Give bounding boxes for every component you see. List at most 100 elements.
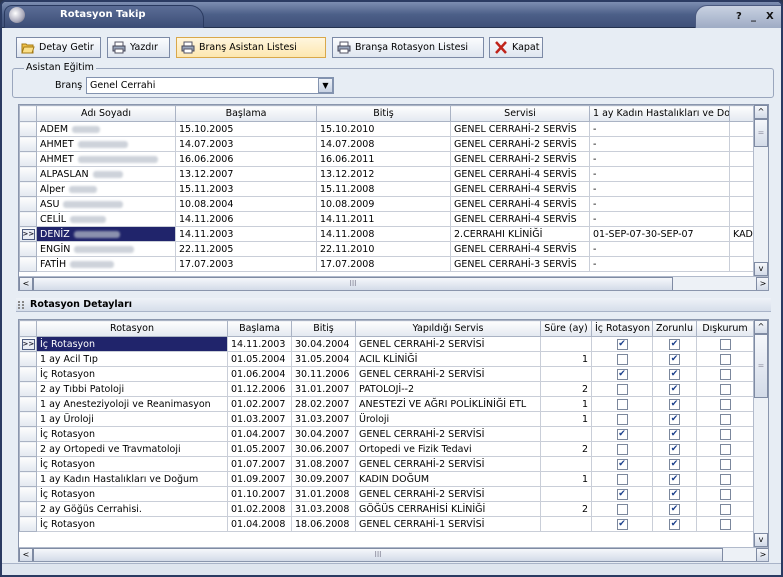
table-cell[interactable]: 15.11.2003: [175, 181, 317, 197]
table-row[interactable]: FATİH 17.07.2003 17.07.2008 GENEL CERRAHİ-3…: [19, 256, 756, 272]
checkbox[interactable]: ✔: [616, 338, 628, 350]
table-cell[interactable]: AHMET: [36, 151, 176, 167]
table-cell[interactable]: 1 ay Acil Tıp: [36, 351, 228, 367]
table-cell[interactable]: İç Rotasyon: [36, 516, 228, 532]
table-cell[interactable]: [591, 441, 653, 457]
table-cell[interactable]: 2: [540, 441, 592, 457]
table-cell[interactable]: 1: [540, 396, 592, 412]
table-cell[interactable]: ✔: [652, 351, 697, 367]
table-cell[interactable]: 31.01.2008: [291, 486, 356, 502]
checkbox[interactable]: ✔: [669, 338, 680, 350]
table-row[interactable]: 1 ay Kadın Hastalıkları ve Doğum 01.09.20…: [19, 471, 754, 487]
col-header-yapildigi-servis[interactable]: Yapıldığı Servis: [355, 320, 541, 337]
table-cell[interactable]: [729, 241, 756, 257]
col-header-ic-rotasyon[interactable]: İç Rotasyon: [591, 320, 653, 337]
table-cell[interactable]: 30.06.2007: [291, 441, 356, 457]
checkbox[interactable]: [616, 473, 628, 485]
table-cell[interactable]: ✔: [652, 366, 697, 382]
table-cell[interactable]: 22.11.2010: [316, 241, 451, 257]
table-cell[interactable]: GENEL CERRAHİ-2 SERVİSİ: [355, 456, 541, 472]
col-header-baslama[interactable]: Başlama: [227, 320, 292, 337]
table-row[interactable]: CELİL 14.11.2006 14.11.2011 GENEL CERRAHİ-4…: [19, 211, 756, 227]
table-cell[interactable]: -: [589, 181, 730, 197]
table-cell[interactable]: 14.11.2011: [316, 211, 451, 227]
table-row[interactable]: ALPASLAN 13.12.2007 13.12.2012 GENEL CERRAH…: [19, 166, 756, 182]
scroll-right-icon[interactable]: >: [756, 548, 768, 561]
table-cell[interactable]: GENEL CERRAHİ-4 SERVİS: [450, 196, 590, 212]
minimize-button[interactable]: _: [751, 11, 756, 22]
table-cell[interactable]: 2: [540, 381, 592, 397]
table-cell[interactable]: 16.06.2011: [316, 151, 451, 167]
table-cell[interactable]: 16.06.2006: [175, 151, 317, 167]
table-cell[interactable]: GENEL CERRAHİ-4 SERVİS: [450, 181, 590, 197]
table-cell[interactable]: [729, 256, 756, 272]
chevron-down-icon[interactable]: ▼: [318, 78, 333, 93]
table-cell[interactable]: 30.04.2004: [291, 336, 356, 352]
rotasyon-vertical-scrollbar[interactable]: ^ = v: [753, 320, 768, 547]
table-cell[interactable]: İç Rotasyon: [36, 456, 228, 472]
table-cell[interactable]: -: [589, 151, 730, 167]
table-cell[interactable]: 14.11.2006: [175, 211, 317, 227]
table-cell[interactable]: [540, 426, 592, 442]
table-row[interactable]: İç Rotasyon 01.10.2007 31.01.2008 GENEL CER…: [19, 486, 754, 502]
table-cell[interactable]: [540, 366, 592, 382]
checkbox[interactable]: ✔: [669, 428, 680, 440]
table-cell[interactable]: 01.09.2007: [227, 471, 292, 487]
checkbox[interactable]: [719, 488, 731, 500]
table-cell[interactable]: [696, 471, 754, 487]
table-cell[interactable]: 31.03.2007: [291, 411, 356, 427]
table-cell[interactable]: 2: [540, 501, 592, 517]
table-row[interactable]: İç Rotasyon 01.06.2004 30.11.2006 GENEL CER…: [19, 366, 754, 382]
checkbox[interactable]: [719, 518, 731, 530]
table-cell[interactable]: 1 ay Üroloji: [36, 411, 228, 427]
table-row[interactable]: ADEM 15.10.2005 15.10.2010 GENEL CERRAHİ-2 …: [19, 121, 756, 137]
table-cell[interactable]: [696, 441, 754, 457]
table-cell[interactable]: ✔: [591, 486, 653, 502]
table-cell[interactable]: 31.03.2008: [291, 501, 356, 517]
table-cell[interactable]: [591, 411, 653, 427]
checkbox[interactable]: [616, 353, 628, 365]
col-header-rotasyon[interactable]: Rotasyon: [36, 320, 228, 337]
checkbox[interactable]: ✔: [669, 473, 680, 485]
table-cell[interactable]: 01.10.2007: [227, 486, 292, 502]
checkbox[interactable]: ✔: [669, 488, 680, 500]
table-cell[interactable]: -: [589, 196, 730, 212]
table-cell[interactable]: 14.07.2008: [316, 136, 451, 152]
table-row[interactable]: 2 ay Ortopedi ve Travmatoloji 01.05.2007 3…: [19, 441, 754, 457]
table-cell[interactable]: 14.11.2003: [175, 226, 317, 242]
checkbox[interactable]: [719, 443, 731, 455]
table-cell[interactable]: 01.02.2007: [227, 396, 292, 412]
table-cell[interactable]: ✔: [591, 366, 653, 382]
table-cell[interactable]: -: [589, 121, 730, 137]
col-header-bitis[interactable]: Bitiş: [291, 320, 356, 337]
table-row[interactable]: 1 ay Anesteziyoloji ve Reanimasyon 01.02.…: [19, 396, 754, 412]
row-indicator[interactable]: >>: [19, 336, 37, 352]
table-cell[interactable]: -: [589, 256, 730, 272]
checkbox[interactable]: ✔: [669, 518, 680, 530]
table-cell[interactable]: ACIL KLİNİĞİ: [355, 351, 541, 367]
row-indicator[interactable]: [19, 426, 37, 442]
table-cell[interactable]: 10.08.2004: [175, 196, 317, 212]
table-cell[interactable]: KAD: [729, 226, 756, 242]
table-cell[interactable]: AHMET: [36, 136, 176, 152]
table-cell[interactable]: ADEM: [36, 121, 176, 137]
checkbox[interactable]: [719, 413, 731, 425]
row-indicator[interactable]: [19, 396, 37, 412]
table-row[interactable]: AHMET 14.07.2003 14.07.2008 GENEL CERRAHİ-2…: [19, 136, 756, 152]
table-cell[interactable]: 30.09.2007: [291, 471, 356, 487]
table-cell[interactable]: [591, 351, 653, 367]
checkbox[interactable]: ✔: [616, 488, 628, 500]
table-cell[interactable]: GENEL CERRAHİ-2 SERVİS: [450, 151, 590, 167]
scroll-thumb[interactable]: III: [33, 548, 723, 561]
row-indicator[interactable]: [19, 501, 37, 517]
table-cell[interactable]: ANESTEZİ VE AĞRI POLİKLİNİĞİ ETL: [355, 396, 541, 412]
row-indicator[interactable]: [19, 211, 37, 227]
table-row[interactable]: 2 ay Göğüs Cerrahisi. 01.02.2008 31.03.200…: [19, 501, 754, 517]
table-cell[interactable]: 15.11.2008: [316, 181, 451, 197]
table-cell[interactable]: -: [589, 241, 730, 257]
table-cell[interactable]: -: [589, 211, 730, 227]
table-row[interactable]: 1 ay Acil Tıp 01.05.2004 31.05.2004 ACIL KL…: [19, 351, 754, 367]
yazdir-button[interactable]: Yazdır: [107, 37, 170, 58]
table-cell[interactable]: -: [589, 166, 730, 182]
table-cell[interactable]: [591, 396, 653, 412]
